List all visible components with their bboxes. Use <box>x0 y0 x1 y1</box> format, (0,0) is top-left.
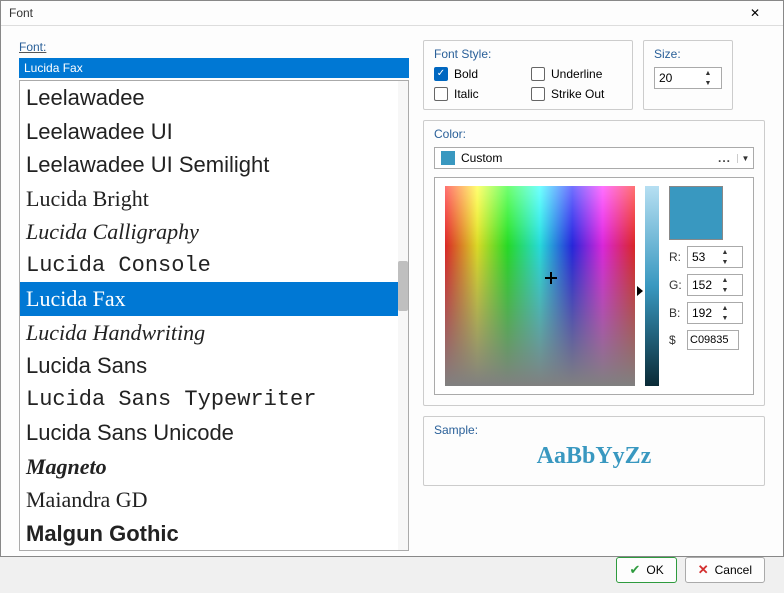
right-panel: Font Style: Bold Underline Italic <box>423 40 765 551</box>
font-item-lucida-sans-unicode[interactable]: Lucida Sans Unicode <box>20 416 408 450</box>
g-input[interactable] <box>688 278 718 292</box>
ok-label: OK <box>646 563 663 577</box>
strikeout-label: Strike Out <box>551 87 604 101</box>
style-checks: Bold Underline Italic Strike Out <box>434 67 622 101</box>
font-list-scrollbar[interactable] <box>398 81 408 550</box>
size-spinner[interactable]: ▲ ▼ <box>654 67 722 89</box>
r-row: R: ▲▼ <box>669 246 743 268</box>
color-dropdown[interactable]: Custom ... ▼ <box>434 147 754 169</box>
g-down-icon[interactable]: ▼ <box>718 285 732 295</box>
font-item-lucida-sans-typewriter[interactable]: Lucida Sans Typewriter <box>20 383 408 417</box>
hex-input[interactable] <box>687 330 739 350</box>
color-spectrum[interactable] <box>445 186 635 386</box>
dialog-footer: ✔ OK ✕ Cancel <box>1 557 783 593</box>
crosshair-icon[interactable] <box>545 272 557 284</box>
g-label: G: <box>669 278 683 292</box>
more-icon: ... <box>712 151 737 165</box>
underline-checkbox[interactable]: Underline <box>531 67 622 81</box>
cancel-button[interactable]: ✕ Cancel <box>685 557 765 583</box>
chevron-down-icon: ▼ <box>737 154 753 163</box>
luminance-arrow-icon[interactable] <box>637 286 643 296</box>
hex-label: $ <box>669 333 683 347</box>
color-label: Color: <box>434 127 754 141</box>
font-style-label: Font Style: <box>434 47 622 61</box>
g-up-icon[interactable]: ▲ <box>718 275 732 285</box>
close-icon: ✕ <box>750 6 760 20</box>
font-item-leelawadee-ui[interactable]: Leelawadee UI <box>20 115 408 149</box>
font-name-input[interactable] <box>19 58 409 78</box>
scroll-thumb[interactable] <box>398 261 408 311</box>
font-panel: Font: LeelawadeeLeelawadee UILeelawadee … <box>19 40 409 551</box>
italic-label: Italic <box>454 87 479 101</box>
sample-text: AaBbYyZz <box>434 443 754 475</box>
size-group: Size: ▲ ▼ <box>643 40 733 110</box>
hex-row: $ <box>669 330 743 350</box>
color-swatch-icon <box>441 151 455 165</box>
font-label: Font: <box>19 40 409 54</box>
font-item-lucida-calligraphy[interactable]: Lucida Calligraphy <box>20 215 408 249</box>
r-up-icon[interactable]: ▲ <box>718 247 732 257</box>
color-values: R: ▲▼ G: ▲▼ B: ▲▼ $ <box>669 186 743 386</box>
font-item-leelawadee-ui-semilight[interactable]: Leelawadee UI Semilight <box>20 148 408 182</box>
italic-check-icon <box>434 87 448 101</box>
close-button[interactable]: ✕ <box>735 1 775 25</box>
g-row: G: ▲▼ <box>669 274 743 296</box>
dialog-content: Font: LeelawadeeLeelawadee UILeelawadee … <box>1 26 783 557</box>
color-dropdown-text: Custom <box>461 151 712 165</box>
bold-label: Bold <box>454 67 478 81</box>
underline-label: Underline <box>551 67 602 81</box>
cancel-icon: ✕ <box>698 562 709 578</box>
bold-checkbox[interactable]: Bold <box>434 67 525 81</box>
font-item-leelawadee[interactable]: Leelawadee <box>20 81 408 115</box>
font-item-magneto[interactable]: Magneto <box>20 450 408 484</box>
b-input[interactable] <box>688 306 718 320</box>
size-input[interactable] <box>655 71 701 85</box>
style-size-row: Font Style: Bold Underline Italic <box>423 40 765 110</box>
font-dialog: Font ✕ Font: LeelawadeeLeelawadee UILeel… <box>0 0 784 557</box>
size-label: Size: <box>654 47 722 61</box>
font-item-lucida-fax[interactable]: Lucida Fax <box>20 282 408 316</box>
font-item-lucida-handwriting[interactable]: Lucida Handwriting <box>20 316 408 350</box>
color-picker: R: ▲▼ G: ▲▼ B: ▲▼ $ <box>434 177 754 395</box>
b-down-icon[interactable]: ▼ <box>718 313 732 323</box>
b-label: B: <box>669 306 683 320</box>
b-up-icon[interactable]: ▲ <box>718 303 732 313</box>
check-icon: ✔ <box>629 562 640 578</box>
r-label: R: <box>669 250 683 264</box>
strikeout-checkbox[interactable]: Strike Out <box>531 87 622 101</box>
ok-button[interactable]: ✔ OK <box>616 557 676 583</box>
color-group: Color: Custom ... ▼ <box>423 120 765 406</box>
size-arrows: ▲ ▼ <box>701 68 715 88</box>
g-spinner[interactable]: ▲▼ <box>687 274 743 296</box>
size-down-icon[interactable]: ▼ <box>701 78 715 88</box>
b-spinner[interactable]: ▲▼ <box>687 302 743 324</box>
strikeout-check-icon <box>531 87 545 101</box>
luminance-bar[interactable] <box>645 186 659 386</box>
r-input[interactable] <box>688 250 718 264</box>
titlebar: Font ✕ <box>1 1 783 26</box>
bold-check-icon <box>434 67 448 81</box>
font-item-lucida-sans[interactable]: Lucida Sans <box>20 349 408 383</box>
size-up-icon[interactable]: ▲ <box>701 68 715 78</box>
font-item-maiandra-gd[interactable]: Maiandra GD <box>20 483 408 517</box>
cancel-label: Cancel <box>715 563 752 577</box>
dialog-title: Font <box>9 6 735 20</box>
font-style-group: Font Style: Bold Underline Italic <box>423 40 633 110</box>
underline-check-icon <box>531 67 545 81</box>
r-down-icon[interactable]: ▼ <box>718 257 732 267</box>
font-list: LeelawadeeLeelawadee UILeelawadee UI Sem… <box>19 80 409 551</box>
font-list-items[interactable]: LeelawadeeLeelawadee UILeelawadee UI Sem… <box>20 81 408 550</box>
color-preview-swatch <box>669 186 723 240</box>
font-item-lucida-bright[interactable]: Lucida Bright <box>20 182 408 216</box>
font-item-lucida-console[interactable]: Lucida Console <box>20 249 408 283</box>
sample-label: Sample: <box>434 423 754 437</box>
italic-checkbox[interactable]: Italic <box>434 87 525 101</box>
b-row: B: ▲▼ <box>669 302 743 324</box>
r-spinner[interactable]: ▲▼ <box>687 246 743 268</box>
font-item-malgun-gothic[interactable]: Malgun Gothic <box>20 517 408 551</box>
sample-group: Sample: AaBbYyZz <box>423 416 765 486</box>
